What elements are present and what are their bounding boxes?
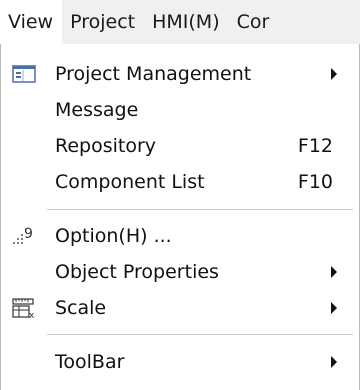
menu-separator xyxy=(47,334,353,336)
option-icon: 9 xyxy=(11,224,37,248)
shortcut-label: F10 xyxy=(297,171,333,193)
menu-item-label: Message xyxy=(55,99,139,121)
menu-separator xyxy=(47,209,353,211)
menu-item-message[interactable]: Message xyxy=(1,92,357,128)
menu-item-label: Scale xyxy=(55,297,107,319)
scale-icon: x xyxy=(11,296,37,321)
svg-text:9: 9 xyxy=(24,226,33,242)
menu-item-object-properties[interactable]: Object Properties xyxy=(1,254,357,290)
view-dropdown-menu: Project Management Message Repository F1… xyxy=(0,44,360,390)
submenu-arrow-icon xyxy=(331,302,337,314)
menu-cor[interactable]: Cor xyxy=(229,0,270,44)
menu-item-label: Project Management xyxy=(55,63,252,85)
menu-item-toolbar[interactable]: ToolBar xyxy=(1,344,357,380)
menu-item-label: Repository xyxy=(55,135,157,157)
menu-item-label: ToolBar xyxy=(55,351,125,373)
menu-hmi[interactable]: HMI(M) xyxy=(144,0,229,44)
menu-item-project-management[interactable]: Project Management xyxy=(1,56,357,92)
submenu-arrow-icon xyxy=(331,266,337,278)
menu-item-component-list[interactable]: Component List F10 xyxy=(1,164,357,200)
submenu-arrow-icon xyxy=(331,68,337,80)
menu-item-option[interactable]: 9 Option(H) ... xyxy=(1,218,357,254)
svg-text:x: x xyxy=(29,311,35,320)
shortcut-label: F12 xyxy=(297,135,333,157)
menu-item-label: Object Properties xyxy=(55,261,219,283)
menu-view[interactable]: View xyxy=(0,0,63,44)
menu-project[interactable]: Project xyxy=(62,0,144,44)
submenu-arrow-icon xyxy=(331,356,337,368)
menu-item-repository[interactable]: Repository F12 xyxy=(1,128,357,164)
menu-item-label: Component List xyxy=(55,171,205,193)
project-management-icon xyxy=(11,62,37,86)
menu-item-label: Option(H) ... xyxy=(55,225,172,247)
menubar: View Project HMI(M) Cor xyxy=(0,0,360,44)
menu-item-scale[interactable]: x Scale xyxy=(1,290,357,326)
